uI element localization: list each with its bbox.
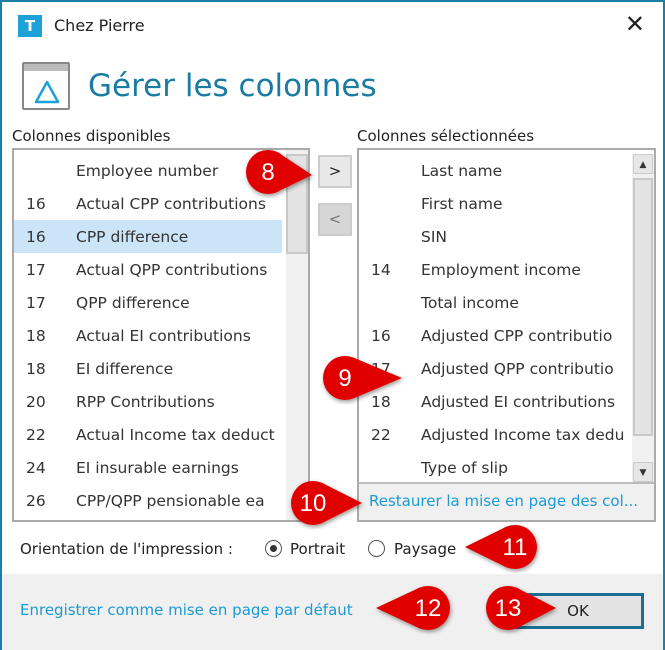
title-bar: T Chez Pierre ✕ [2,2,663,50]
list-item[interactable]: 20 RPP Contributions [14,385,282,418]
list-item[interactable]: 17 Actual QPP contributions [14,253,282,286]
app-icon: T [18,15,42,37]
column-name: RPP Contributions [76,392,215,411]
box-number: 22 [26,425,46,444]
scroll-thumb[interactable] [633,178,653,436]
window-title: Chez Pierre [54,16,145,35]
column-name: Employee number [76,161,219,180]
dialog-window: T Chez Pierre ✕ Gérer les colonnes Colon… [0,0,665,650]
list-item[interactable]: 18 Adjusted EI contributions [359,385,627,418]
column-name: Actual CPP contributions [76,194,266,213]
remove-column-button[interactable]: < [318,203,352,236]
available-columns-label: Colonnes disponibles [12,127,171,145]
landscape-radio[interactable] [368,540,385,557]
box-number: 24 [26,458,46,477]
list-item[interactable]: Last name [359,154,627,187]
box-number: 20 [26,392,46,411]
box-number: 26 [26,491,46,510]
list-item[interactable]: 17 QPP difference [14,286,282,319]
orientation-label: Orientation de l'impression : [20,540,233,558]
list-item[interactable]: 16 Adjusted CPP contributio [359,319,627,352]
box-number: 16 [371,326,391,345]
column-name: EI difference [76,359,174,378]
portrait-radio[interactable] [265,540,282,557]
list-item[interactable]: Total income [359,286,627,319]
column-name: Adjusted EI contributions [421,392,616,411]
column-name: Type of slip [421,458,508,477]
column-name: Last name [421,161,503,180]
list-item[interactable]: First name [359,187,627,220]
landscape-label[interactable]: Paysage [394,540,456,558]
available-scrollbar[interactable] [286,150,308,520]
list-item[interactable]: Type of slip [359,451,627,484]
selected-scrollbar[interactable]: ▲ ▼ [632,154,654,484]
column-name: Employment income [421,260,581,279]
column-name: Actual Income tax deduct [76,425,275,444]
portrait-label[interactable]: Portrait [290,540,345,558]
list-item[interactable]: 17 Adjusted QPP contributio [359,352,627,385]
add-column-button[interactable]: > [318,155,352,188]
list-item[interactable]: 18 Actual EI contributions [14,319,282,352]
close-button[interactable]: ✕ [625,10,645,38]
list-item[interactable]: 22 Actual Income tax deduct [14,418,282,451]
scroll-thumb[interactable] [286,154,308,254]
column-name: EI insurable earnings [76,458,239,477]
box-number: 16 [26,194,46,213]
page-title: Gérer les colonnes [88,68,377,104]
restore-layout-link[interactable]: Restaurer la mise en page des col... [359,482,654,520]
list-item[interactable]: 26 CPP/QPP pensionable ea [14,484,282,517]
column-name: First name [421,194,503,213]
save-default-link[interactable]: Enregistrer comme mise en page par défau… [20,601,353,619]
list-item[interactable]: Employee number [14,154,282,187]
list-item[interactable]: SIN [359,220,627,253]
box-number: 22 [371,425,391,444]
box-number: 16 [26,227,46,246]
column-name: Adjusted Income tax dedu [421,425,625,444]
ok-button[interactable]: OK [512,593,644,629]
scroll-down-icon[interactable]: ▼ [633,462,653,482]
selected-columns-list[interactable]: Type of slip 22 Adjusted Income tax dedu 18… [357,148,656,522]
list-item[interactable]: 16 CPP difference [14,220,282,253]
list-item[interactable]: 16 Actual CPP contributions [14,187,282,220]
layout-triangle-icon [22,62,70,110]
list-item[interactable]: 24 EI insurable earnings [14,451,282,484]
list-item[interactable]: 14 Employment income [359,253,627,286]
column-name: CPP difference [76,227,189,246]
column-name: Actual QPP contributions [76,260,268,279]
column-name: CPP/QPP pensionable ea [76,491,265,510]
box-number: 14 [371,260,391,279]
selected-columns-label: Colonnes sélectionnées [357,127,535,145]
box-number: 17 [26,293,46,312]
box-number: 17 [371,359,391,378]
column-name: Actual EI contributions [76,326,251,345]
column-name: Total income [421,293,519,312]
available-columns-list[interactable]: 26 CPP/QPP pensionable ea 24 EI insurable e… [12,148,310,522]
list-item[interactable]: 18 EI difference [14,352,282,385]
box-number: 17 [26,260,46,279]
scroll-up-icon[interactable]: ▲ [633,154,653,174]
box-number: 18 [371,392,391,411]
column-name: SIN [421,227,448,246]
column-name: Adjusted CPP contributio [421,326,613,345]
column-name: Adjusted QPP contributio [421,359,614,378]
box-number: 18 [26,359,46,378]
column-name: QPP difference [76,293,190,312]
box-number: 18 [26,326,46,345]
list-item[interactable]: 22 Adjusted Income tax dedu [359,418,627,451]
